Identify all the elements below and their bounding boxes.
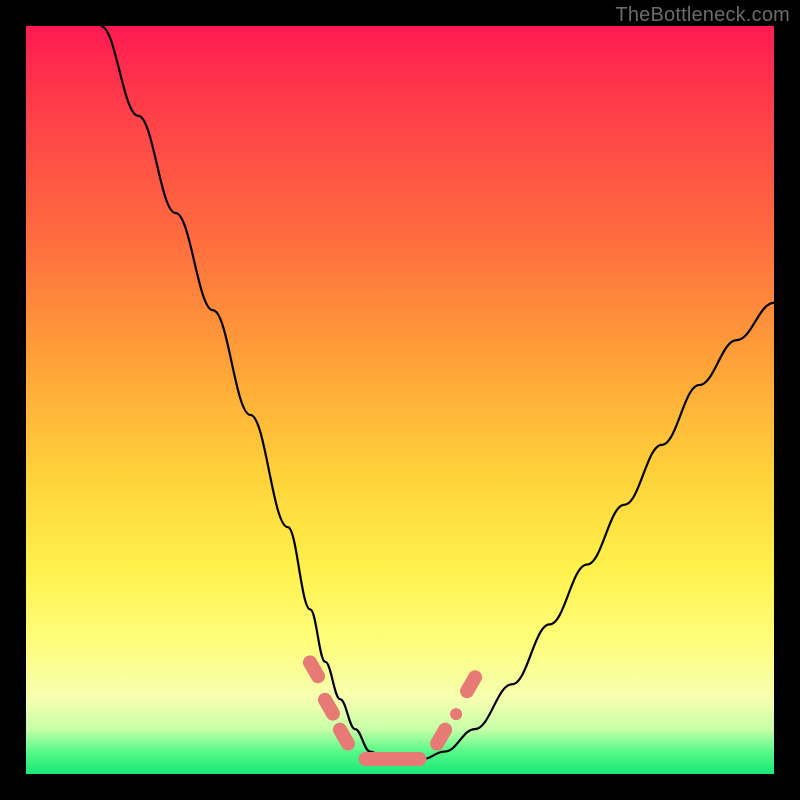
curve-marker [450, 708, 462, 720]
curve-line [101, 26, 774, 759]
curve-marker [428, 720, 455, 753]
curve-markers [300, 653, 484, 766]
curve-marker [457, 668, 484, 701]
curve-marker [330, 720, 357, 753]
curve-marker [315, 690, 342, 723]
bottleneck-curve [26, 26, 774, 774]
plot-area [26, 26, 774, 774]
curve-marker [359, 752, 427, 766]
watermark-text: TheBottleneck.com [615, 4, 790, 27]
chart-frame: TheBottleneck.com [0, 0, 800, 800]
